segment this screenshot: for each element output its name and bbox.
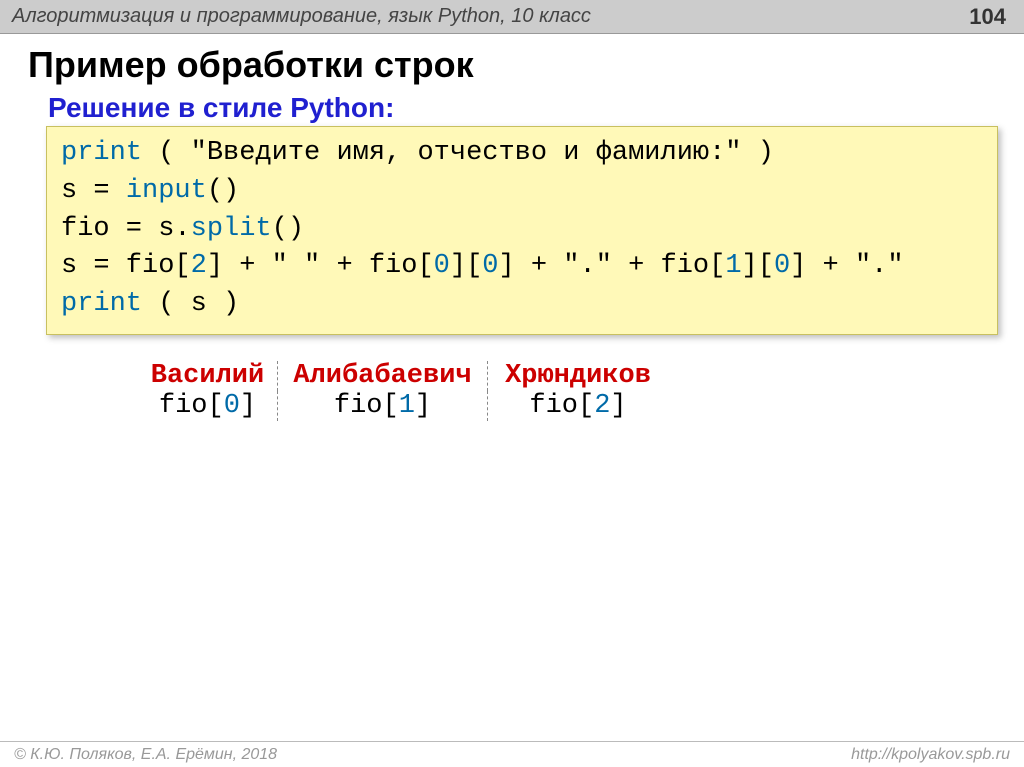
page-title: Пример обработки строк — [28, 44, 1002, 86]
example-names-row: Василий Алибабаевич Хрюндиков — [138, 361, 1002, 391]
code-line-3: fio = s.split() — [61, 211, 983, 249]
slide-body: Пример обработки строк Решение в стиле P… — [0, 34, 1024, 421]
label-1: fio[1] — [278, 391, 488, 421]
name-0: Василий — [138, 361, 278, 391]
example-labels-row: fio[0] fio[1] fio[2] — [138, 391, 1002, 421]
site-url: http://kpolyakov.spb.ru — [851, 746, 1010, 764]
keyword-split: split — [191, 214, 272, 244]
name-2: Хрюндиков — [488, 361, 668, 391]
keyword-print: print — [61, 138, 142, 168]
keyword-print: print — [61, 289, 142, 319]
code-line-2: s = input() — [61, 173, 983, 211]
code-block: print ( "Введите имя, отчество и фамилию… — [46, 126, 998, 335]
code-line-5: print ( s ) — [61, 286, 983, 324]
page-number: 104 — [969, 4, 1006, 30]
course-title: Алгоритмизация и программирование, язык … — [12, 5, 591, 28]
label-0: fio[0] — [138, 391, 278, 421]
example-table: Василий Алибабаевич Хрюндиков fio[0] fio… — [138, 361, 1002, 421]
code-line-4: s = fio[2] + " " + fio[0][0] + "." + fio… — [61, 248, 983, 286]
keyword-input: input — [126, 176, 207, 206]
copyright: © К.Ю. Поляков, Е.А. Ерёмин, 2018 — [14, 746, 277, 764]
code-line-1: print ( "Введите имя, отчество и фамилию… — [61, 135, 983, 173]
slide-header: Алгоритмизация и программирование, язык … — [0, 0, 1024, 34]
name-1: Алибабаевич — [278, 361, 488, 391]
subtitle: Решение в стиле Python: — [48, 92, 1002, 124]
label-2: fio[2] — [488, 391, 668, 421]
slide-footer: © К.Ю. Поляков, Е.А. Ерёмин, 2018 http:/… — [0, 741, 1024, 767]
